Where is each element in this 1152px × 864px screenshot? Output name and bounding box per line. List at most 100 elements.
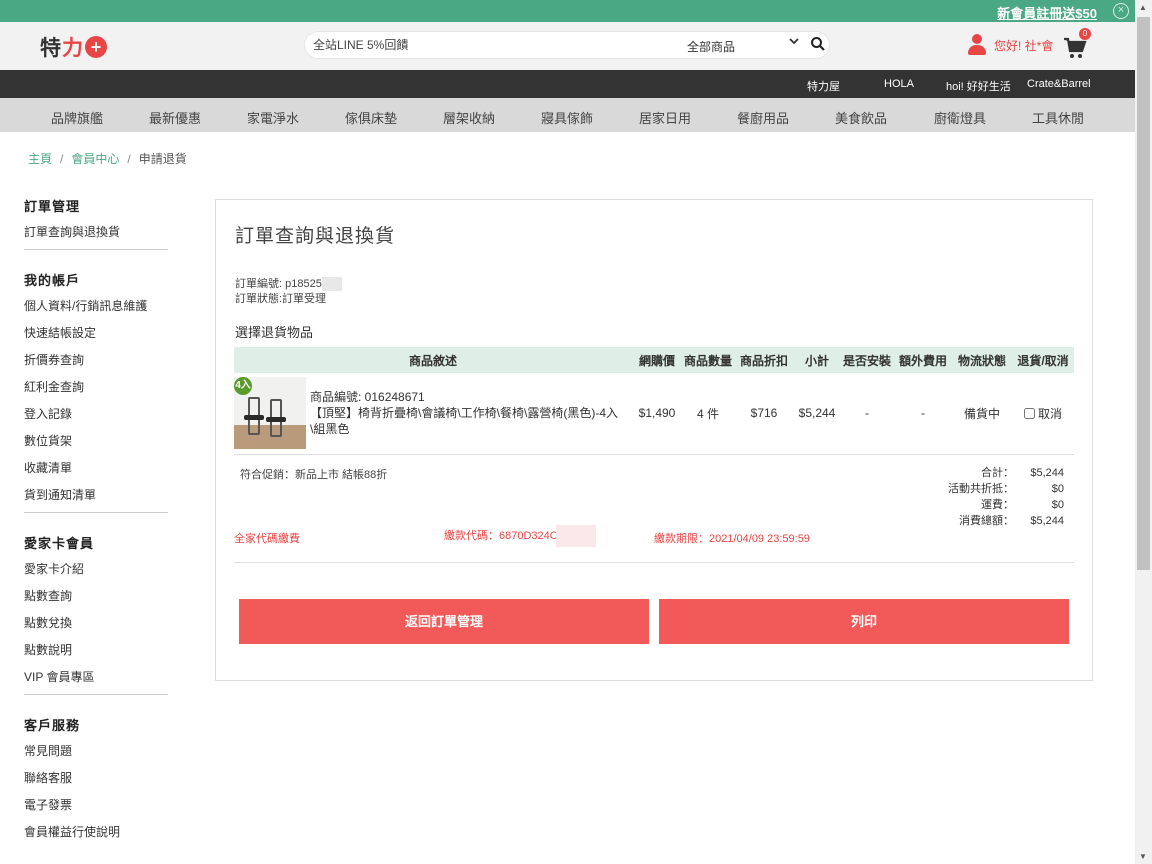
sidebar-item-einvoice[interactable]: 電子發票 bbox=[24, 798, 168, 825]
product-name[interactable]: 【頂堅】椅背折疊椅\會議椅\工作椅\餐椅\露營椅(黑色)-4入\組黑色 bbox=[310, 405, 626, 437]
sidebar-item-faq[interactable]: 常見問題 bbox=[24, 744, 168, 771]
sidebar-item-login-log[interactable]: 登入記錄 bbox=[24, 407, 168, 434]
category-item[interactable]: 廚衛燈具 bbox=[934, 108, 986, 127]
sister-site-link[interactable]: HOLA bbox=[884, 78, 914, 90]
sidebar-divider bbox=[24, 249, 168, 250]
logo-text-red: 力 bbox=[62, 37, 84, 60]
user-menu[interactable]: 您好! 社*會 bbox=[968, 34, 1053, 56]
divider bbox=[234, 562, 1074, 563]
payment-deadline: 繳款期限：2021/04/09 23:59:59 bbox=[654, 533, 810, 545]
site-header: 特力 + 全部商品 您好! 社*會 0 bbox=[0, 22, 1135, 70]
sidebar-item-digital-shelf[interactable]: 數位貨架 bbox=[24, 434, 168, 461]
grand-total-value: $5,244 bbox=[1030, 515, 1064, 527]
order-return-panel: 訂單查詢與退換貨 訂單編號: p18525 訂單狀態:訂單受理 選擇退貨物品 商… bbox=[215, 199, 1093, 681]
sidebar-group-account: 我的帳戶 個人資料/行銷訊息維護 快速結帳設定 折價券查詢 紅利金查詢 登入記錄… bbox=[24, 270, 168, 515]
cancel-checkbox-label[interactable]: 取消 bbox=[1023, 406, 1062, 421]
sidebar-item-restock-notice[interactable]: 貨到通知清單 bbox=[24, 488, 168, 515]
cart-icon[interactable]: 0 bbox=[1063, 28, 1091, 60]
promo-bar: 新會員註冊送$50 × bbox=[0, 0, 1135, 22]
cancel-checkbox[interactable] bbox=[1023, 407, 1035, 419]
close-icon[interactable]: × bbox=[1113, 3, 1129, 19]
category-item[interactable]: 品牌旗艦 bbox=[51, 108, 103, 127]
col-header-qty: 商品數量 bbox=[682, 347, 734, 373]
sidebar-item-profile[interactable]: 個人資料/行銷訊息維護 bbox=[24, 299, 168, 326]
product-sku: 商品編號: 016248671 bbox=[310, 390, 425, 404]
breadcrumb-separator: / bbox=[60, 152, 64, 166]
category-item[interactable]: 家電淨水 bbox=[247, 108, 299, 127]
pack-count-badge: 4入 bbox=[234, 377, 252, 395]
table-row: 4入 商品編號: 016248671 【頂堅】椅背折疊椅\會議椅\工作椅\餐椅\… bbox=[234, 373, 1074, 453]
sidebar-item-quick-checkout[interactable]: 快速結帳設定 bbox=[24, 326, 168, 353]
category-item[interactable]: 寢具傢飾 bbox=[541, 108, 593, 127]
sidebar-item-points-query[interactable]: 點數查詢 bbox=[24, 589, 168, 616]
breadcrumb-home[interactable]: 主頁 bbox=[28, 152, 52, 166]
page-scrollbar[interactable]: ▲ ▼ bbox=[1135, 0, 1152, 864]
sister-sites-bar: 特力屋 HOLA hoi! 好好生活 Crate&Barrel bbox=[0, 70, 1135, 98]
col-header-price: 網購價 bbox=[632, 347, 682, 373]
member-sidebar: 訂單管理 訂單查詢與退換貨 我的帳戶 個人資料/行銷訊息維護 快速結帳設定 折價… bbox=[24, 196, 168, 852]
product-cell: 4入 商品編號: 016248671 【頂堅】椅背折疊椅\會議椅\工作椅\餐椅\… bbox=[234, 377, 632, 449]
sidebar-item-points-redeem[interactable]: 點數兌換 bbox=[24, 616, 168, 643]
sister-site-link[interactable]: Crate&Barrel bbox=[1027, 78, 1091, 90]
redacted-mask bbox=[321, 277, 342, 292]
sidebar-heading: 客戶服務 bbox=[24, 718, 81, 733]
register-promo-link[interactable]: 新會員註冊送$50 bbox=[997, 3, 1097, 22]
category-item[interactable]: 最新優惠 bbox=[149, 108, 201, 127]
cell-qty: 4 件 bbox=[696, 406, 719, 421]
sidebar-item-wishlist[interactable]: 收藏清單 bbox=[24, 461, 168, 488]
category-item[interactable]: 餐廚用品 bbox=[737, 108, 789, 127]
sidebar-item-contact[interactable]: 聯絡客服 bbox=[24, 771, 168, 798]
section-heading: 選擇退貨物品 bbox=[235, 325, 314, 340]
scroll-up-icon[interactable]: ▲ bbox=[1139, 3, 1147, 12]
discount-label: 活動共折抵： bbox=[948, 483, 1014, 495]
category-nav: 品牌旗艦 最新優惠 家電淨水 傢俱床墊 層架收納 寢具傢飾 居家日用 餐廚用品 … bbox=[0, 98, 1135, 132]
product-image[interactable]: 4入 bbox=[234, 377, 306, 449]
category-item[interactable]: 層架收納 bbox=[443, 108, 495, 127]
cart-count-badge: 0 bbox=[1079, 28, 1091, 40]
sidebar-item-rights[interactable]: 會員權益行使說明 bbox=[24, 825, 168, 852]
logo-text-main: 特 bbox=[40, 37, 62, 60]
order-number: 訂單編號: p18525 bbox=[235, 278, 322, 290]
sidebar-heading: 訂單管理 bbox=[24, 199, 81, 214]
category-item[interactable]: 美食飲品 bbox=[835, 108, 887, 127]
user-greeting[interactable]: 您好! 社*會 bbox=[994, 37, 1053, 54]
breadcrumb: 主頁 / 會員中心 / 申請退貨 bbox=[28, 150, 187, 167]
sister-site-link[interactable]: 特力屋 bbox=[807, 78, 840, 94]
breadcrumb-separator: / bbox=[127, 152, 131, 166]
sidebar-item-order-query[interactable]: 訂單查詢與退換貨 bbox=[24, 225, 168, 252]
cell-price: $1,490 bbox=[638, 406, 676, 420]
category-item[interactable]: 工具休閒 bbox=[1032, 108, 1084, 127]
cancel-label: 取消 bbox=[1037, 406, 1062, 421]
shipping-label: 運費： bbox=[981, 499, 1014, 511]
order-totals: 合計： $5,244 活動共折抵： $0 運費： $0 消費總額： $5,244 bbox=[906, 466, 1064, 530]
search-bar: 全部商品 bbox=[304, 31, 830, 59]
search-icon[interactable] bbox=[810, 36, 826, 52]
return-items-table: 商品敘述 網購價 商品數量 商品折扣 小計 是否安裝 額外費用 物流狀態 退貨/… bbox=[234, 347, 1074, 453]
category-item[interactable]: 傢俱床墊 bbox=[345, 108, 397, 127]
col-header-extra-fee: 額外費用 bbox=[894, 347, 952, 373]
shipping-value: $0 bbox=[1051, 499, 1064, 511]
breadcrumb-current: 申請退貨 bbox=[138, 152, 187, 166]
search-input[interactable] bbox=[313, 36, 673, 54]
divider bbox=[234, 454, 1074, 455]
order-info: 訂單編號: p18525 訂單狀態:訂單受理 bbox=[235, 277, 342, 307]
category-item[interactable]: 居家日用 bbox=[639, 108, 691, 127]
sister-site-link[interactable]: hoi! 好好生活 bbox=[946, 78, 1011, 94]
scroll-down-icon[interactable]: ▼ bbox=[1139, 852, 1147, 861]
cell-discount: $716 bbox=[750, 406, 778, 420]
breadcrumb-member-center[interactable]: 會員中心 bbox=[71, 152, 119, 166]
sidebar-item-coupons[interactable]: 折價券查詢 bbox=[24, 353, 168, 380]
chevron-down-icon[interactable] bbox=[788, 35, 800, 50]
scrollbar-thumb[interactable] bbox=[1137, 17, 1150, 570]
site-logo[interactable]: 特力 + bbox=[40, 32, 107, 62]
sidebar-item-points-info[interactable]: 點數說明 bbox=[24, 643, 168, 670]
search-scope-select[interactable]: 全部商品 bbox=[687, 38, 735, 55]
sidebar-divider bbox=[24, 512, 168, 513]
back-to-orders-button[interactable]: 返回訂單管理 bbox=[239, 599, 649, 644]
sidebar-item-bonus[interactable]: 紅利金查詢 bbox=[24, 380, 168, 407]
sidebar-item-card-intro[interactable]: 愛家卡介紹 bbox=[24, 562, 168, 589]
sidebar-item-vip[interactable]: VIP 會員專區 bbox=[24, 670, 168, 697]
grand-total-label: 消費總額： bbox=[959, 515, 1014, 527]
print-button[interactable]: 列印 bbox=[659, 599, 1069, 644]
sidebar-group-orders: 訂單管理 訂單查詢與退換貨 bbox=[24, 196, 168, 252]
